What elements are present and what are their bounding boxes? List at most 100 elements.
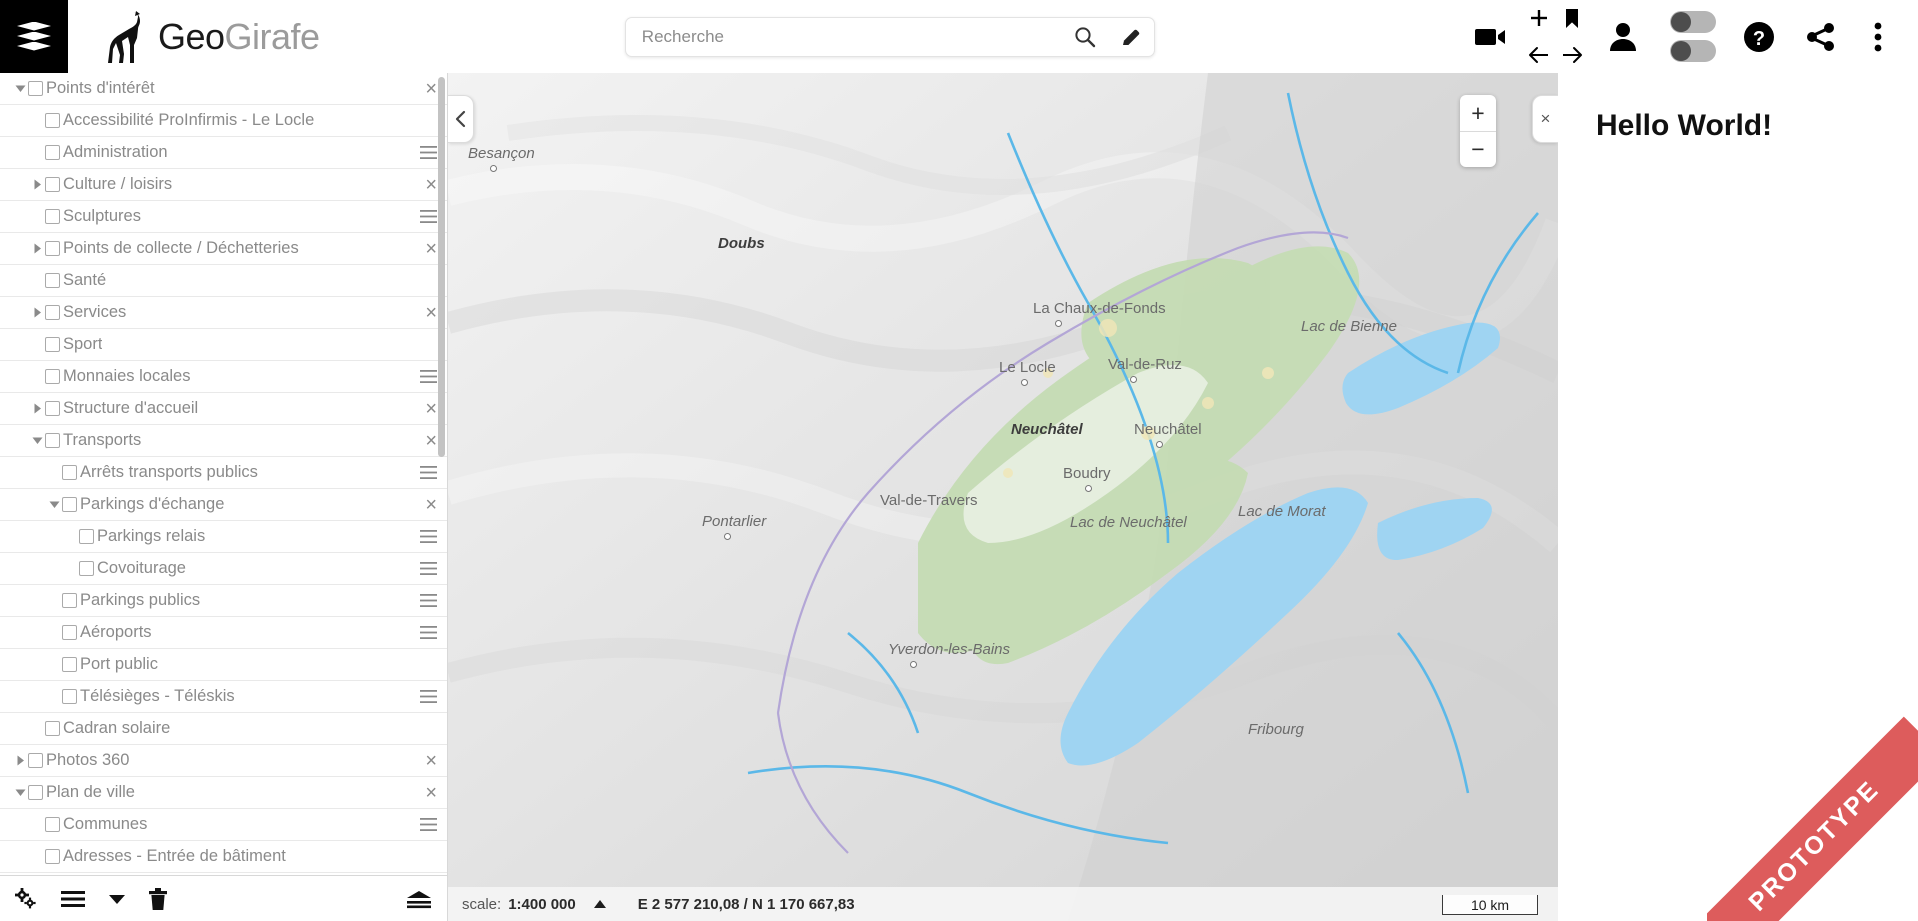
layer-checkbox[interactable] xyxy=(45,305,60,320)
layer-tree-item[interactable]: Cadran solaire xyxy=(0,713,447,745)
layer-remove-button[interactable]: × xyxy=(425,777,437,809)
layer-options-button[interactable] xyxy=(420,457,437,489)
layer-checkbox[interactable] xyxy=(45,209,60,224)
layer-checkbox[interactable] xyxy=(45,273,60,288)
layer-options-button[interactable] xyxy=(420,617,437,649)
layer-tree-item[interactable]: Plan de ville × xyxy=(0,777,447,809)
search-input[interactable] xyxy=(625,17,1062,56)
layer-options-button[interactable] xyxy=(420,809,437,841)
layer-label[interactable]: Communes xyxy=(63,815,147,834)
search-box[interactable] xyxy=(624,16,1155,57)
sidebar-collapse-button[interactable] xyxy=(448,95,474,143)
layer-checkbox[interactable] xyxy=(28,81,43,96)
sidebar-scroll-thumb[interactable] xyxy=(438,77,445,457)
layer-tree-item[interactable]: Sculptures xyxy=(0,201,447,233)
sidebar-scrollbar[interactable] xyxy=(438,77,445,871)
layer-label[interactable]: Covoiturage xyxy=(97,559,186,578)
layer-tree-item[interactable]: Administration xyxy=(0,137,447,169)
tree-expand-arrow-closed[interactable] xyxy=(29,177,45,193)
layer-checkbox[interactable] xyxy=(62,465,77,480)
tree-expand-arrow-closed[interactable] xyxy=(29,401,45,417)
basemap-button[interactable] xyxy=(405,888,433,910)
layer-checkbox[interactable] xyxy=(62,657,77,672)
layer-checkbox[interactable] xyxy=(79,529,94,544)
layer-label[interactable]: Parkings relais xyxy=(97,527,205,546)
layer-label[interactable]: Points de collecte / Déchetteries xyxy=(63,239,299,258)
layer-checkbox[interactable] xyxy=(62,625,77,640)
layer-tree-item[interactable]: Accessibilité ProInfirmis - Le Locle xyxy=(0,105,447,137)
layer-tree-item[interactable]: Points d'intérêt × xyxy=(0,73,447,105)
user-account-button[interactable] xyxy=(1588,0,1658,73)
layer-label[interactable]: Aéroports xyxy=(80,623,152,642)
layer-label[interactable]: Plan de ville xyxy=(46,783,135,802)
layer-label[interactable]: Photos 360 xyxy=(46,751,129,770)
layer-options-button[interactable] xyxy=(420,681,437,713)
tree-expand-arrow-closed[interactable] xyxy=(29,305,45,321)
tree-expand-arrow-open[interactable] xyxy=(12,785,28,801)
search-icon[interactable] xyxy=(1062,26,1108,48)
toggle-switch-2[interactable] xyxy=(1670,40,1716,62)
layer-label[interactable]: Arrêts transports publics xyxy=(80,463,258,482)
layer-checkbox[interactable] xyxy=(45,849,60,864)
layer-label[interactable]: Administration xyxy=(63,143,168,162)
layer-tree-item[interactable]: Points de collecte / Déchetteries × xyxy=(0,233,447,265)
layer-tree-item[interactable]: Arrêts transports publics xyxy=(0,457,447,489)
layer-remove-button[interactable]: × xyxy=(425,233,437,265)
layer-label[interactable]: Sculptures xyxy=(63,207,141,226)
layer-tree-item[interactable]: Port public xyxy=(0,649,447,681)
layer-checkbox[interactable] xyxy=(45,401,60,416)
layer-tree-item[interactable]: Culture / loisirs × xyxy=(0,169,447,201)
layer-remove-button[interactable]: × xyxy=(425,745,437,777)
bookmark-button[interactable] xyxy=(1555,0,1588,37)
layer-tree-list[interactable]: Points d'intérêt × Accessibilité ProInfirm… xyxy=(0,73,447,875)
layer-tree-item[interactable]: Services × xyxy=(0,297,447,329)
layer-tree-item[interactable]: Transports × xyxy=(0,425,447,457)
layer-checkbox[interactable] xyxy=(62,593,77,608)
layer-dropdown-button[interactable] xyxy=(108,892,126,906)
tree-expand-arrow-open[interactable] xyxy=(29,433,45,449)
layer-tree-item[interactable]: Santé xyxy=(0,265,447,297)
layer-checkbox[interactable] xyxy=(45,369,60,384)
layer-tree-item[interactable]: Parkings publics xyxy=(0,585,447,617)
toggle-switch-1[interactable] xyxy=(1670,11,1716,33)
forward-button[interactable] xyxy=(1555,37,1588,74)
layer-label[interactable]: Port public xyxy=(80,655,158,674)
layer-options-button[interactable] xyxy=(420,201,437,233)
layer-label[interactable]: Sport xyxy=(63,335,102,354)
map-canvas[interactable] xyxy=(448,73,1558,921)
back-button[interactable] xyxy=(1522,37,1555,74)
pen-icon[interactable] xyxy=(1108,26,1154,48)
tree-expand-arrow-open[interactable] xyxy=(46,497,62,513)
layer-label[interactable]: Parkings publics xyxy=(80,591,200,610)
layer-remove-button[interactable]: × xyxy=(425,297,437,329)
layer-label[interactable]: Parkings d'échange xyxy=(80,495,224,514)
more-menu-button[interactable] xyxy=(1852,0,1904,73)
tree-expand-arrow-closed[interactable] xyxy=(12,753,28,769)
layer-checkbox[interactable] xyxy=(45,177,60,192)
layer-tree-item[interactable]: Communes xyxy=(0,809,447,841)
layer-label[interactable]: Structure d'accueil xyxy=(63,399,198,418)
layer-tree-item[interactable]: Sport xyxy=(0,329,447,361)
layer-tree-item[interactable]: Structure d'accueil × xyxy=(0,393,447,425)
layer-checkbox[interactable] xyxy=(28,753,43,768)
layer-tree-item[interactable]: Covoiturage xyxy=(0,553,447,585)
zoom-in-button[interactable]: + xyxy=(1460,95,1496,131)
layer-tree-item[interactable]: Photos 360 × xyxy=(0,745,447,777)
layer-tree-item[interactable]: Parkings relais xyxy=(0,521,447,553)
layer-tree-item[interactable]: Adresses - Entrée de bâtiment xyxy=(0,841,447,873)
layer-checkbox[interactable] xyxy=(79,561,94,576)
layer-label[interactable]: Points d'intérêt xyxy=(46,79,155,98)
layer-checkbox[interactable] xyxy=(62,497,77,512)
layer-remove-button[interactable]: × xyxy=(425,425,437,457)
layer-checkbox[interactable] xyxy=(45,817,60,832)
layer-label[interactable]: Services xyxy=(63,303,126,322)
layer-checkbox[interactable] xyxy=(45,721,60,736)
layer-label[interactable]: Cadran solaire xyxy=(63,719,170,738)
layer-tree-item[interactable]: Aéroports xyxy=(0,617,447,649)
layer-checkbox[interactable] xyxy=(45,113,60,128)
layer-checkbox[interactable] xyxy=(45,241,60,256)
tree-expand-arrow-open[interactable] xyxy=(12,81,28,97)
layer-label[interactable]: Santé xyxy=(63,271,106,290)
layer-checkbox[interactable] xyxy=(28,785,43,800)
layer-remove-button[interactable]: × xyxy=(425,489,437,521)
